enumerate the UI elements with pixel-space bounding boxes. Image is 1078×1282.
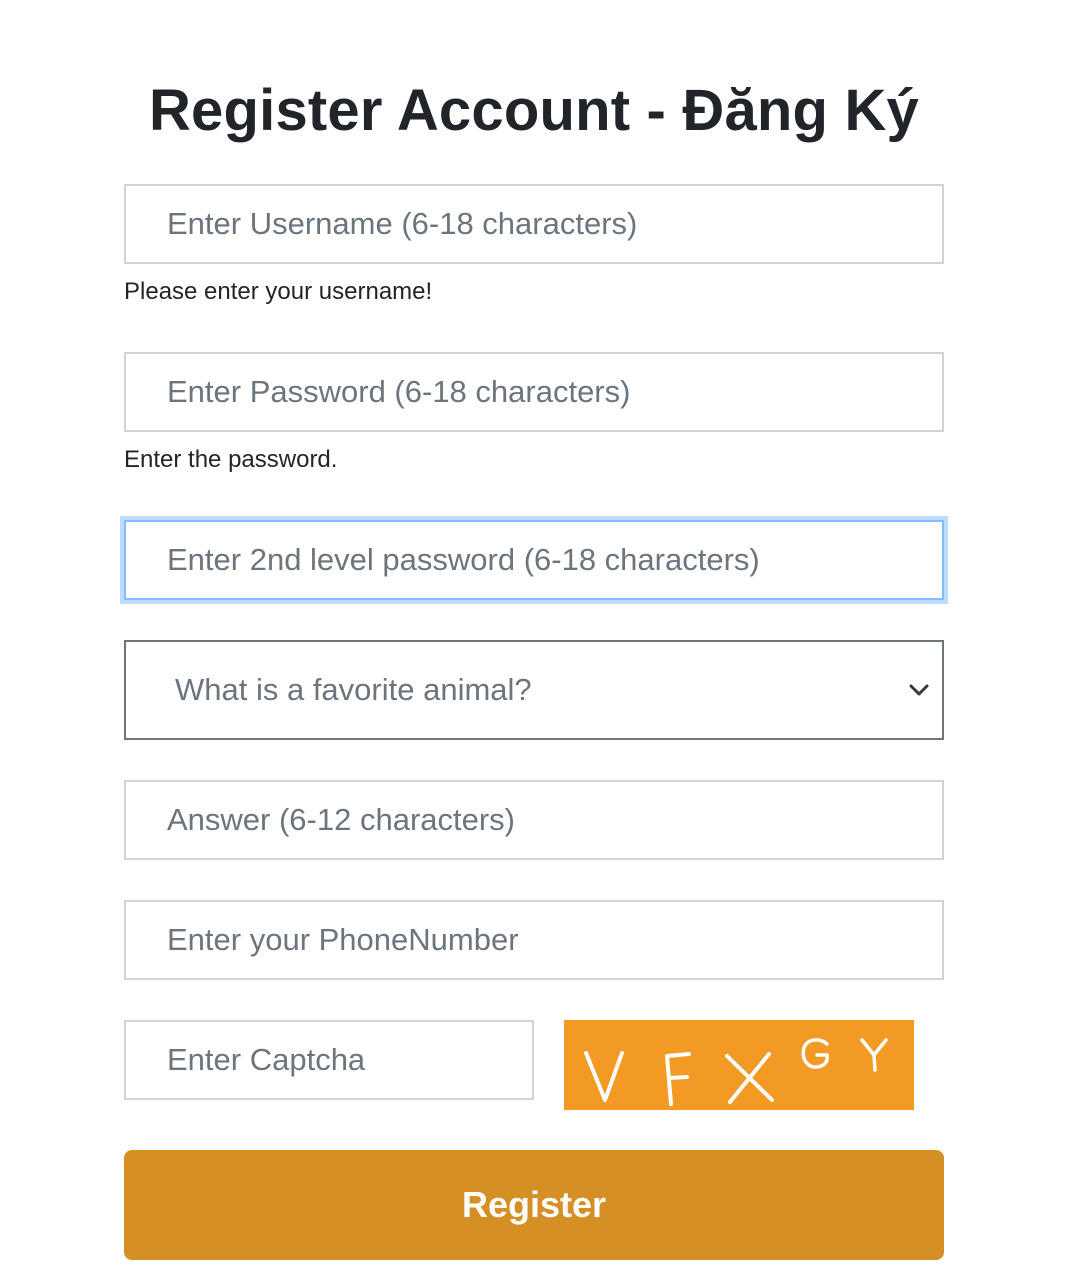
second-level-password-placeholder: Enter 2nd level password (6-18 character… [167,542,760,577]
username-input[interactable]: Enter Username (6-18 characters) [124,184,944,264]
security-question-selected: What is a favorite animal? [175,672,532,707]
security-question-select[interactable]: What is a favorite animal? [124,640,944,740]
captcha-image [564,1020,914,1110]
register-button[interactable]: Register [124,1150,944,1260]
captcha-input[interactable]: Enter Captcha [124,1020,534,1100]
page-title: Register Account - Đăng Ký [148,77,920,143]
second-level-password-input[interactable]: Enter 2nd level password (6-18 character… [124,520,944,600]
username-hint: Please enter your username! [124,278,433,305]
phone-number-placeholder: Enter your PhoneNumber [167,922,519,957]
answer-input[interactable]: Answer (6-12 characters) [124,780,944,860]
captcha-glyphs [584,1038,888,1106]
captcha-placeholder: Enter Captcha [167,1042,366,1077]
chevron-down-icon [904,675,934,705]
answer-placeholder: Answer (6-12 characters) [167,802,516,837]
password-input[interactable]: Enter Password (6-18 characters) [124,352,944,432]
phone-number-input[interactable]: Enter your PhoneNumber [124,900,944,980]
username-placeholder: Enter Username (6-18 characters) [167,206,638,241]
password-placeholder: Enter Password (6-18 characters) [167,374,631,409]
password-hint: Enter the password. [124,446,338,473]
